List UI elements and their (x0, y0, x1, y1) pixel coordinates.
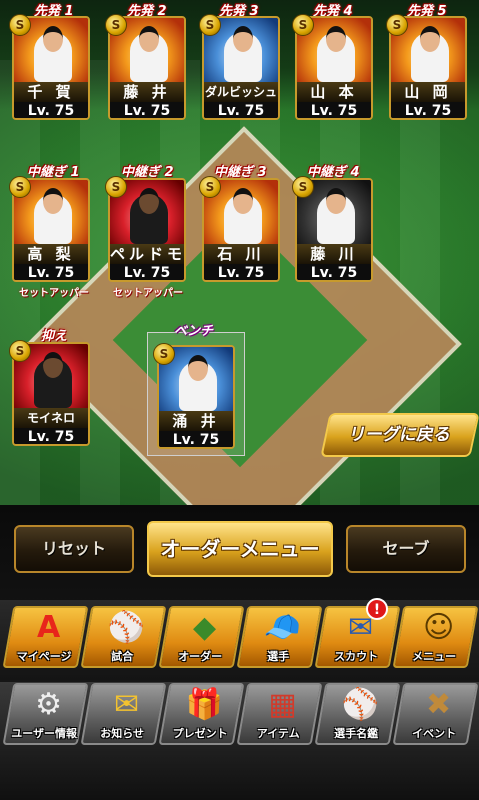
reset-button[interactable]: リセット (14, 525, 134, 573)
player-name: 千 賀 (14, 82, 88, 102)
menu-label: オーダー (178, 650, 223, 663)
player-name: ダルビッシュ (204, 82, 278, 102)
menu-label: マイページ (16, 650, 72, 663)
s-rank-icon: S (292, 14, 314, 36)
player-portrait (179, 355, 217, 411)
menu-news[interactable]: ✉ お知らせ (80, 683, 167, 745)
sub-role-setup: セットアッパー (113, 288, 183, 299)
save-button[interactable]: セーブ (346, 525, 466, 573)
user-info-icon: ⚙ (35, 687, 63, 722)
diamond-field-icon: ◆ (193, 610, 217, 645)
player-level: Lv. 75 (297, 102, 371, 118)
player-name: 高 梨 (14, 244, 88, 264)
menu-label: 選手 (267, 650, 290, 663)
s-rank-icon: S (9, 176, 31, 198)
player-portrait (34, 26, 72, 82)
player-name: 山 本 (297, 82, 371, 102)
mascot-icon: ☺ (422, 610, 455, 645)
s-rank-icon: S (9, 340, 31, 362)
menu-menu[interactable]: ☺ メニュー (392, 606, 479, 668)
player-name: 藤 川 (297, 244, 371, 264)
s-rank-icon: S (199, 176, 221, 198)
player-portrait (224, 188, 262, 244)
player-level: Lv. 75 (204, 102, 278, 118)
player-level: Lv. 75 (391, 102, 465, 118)
menu-label: メニュー (412, 650, 457, 663)
menu-event[interactable]: ✖ イベント (392, 683, 479, 745)
menu-label: 選手名鑑 (334, 727, 379, 740)
menu-label: プレゼント (172, 727, 228, 740)
player-level: Lv. 75 (14, 428, 88, 444)
player-portrait (224, 26, 262, 82)
menu-game[interactable]: ⚾ 試合 (80, 606, 167, 668)
player-level: Lv. 75 (297, 264, 371, 280)
menu-order[interactable]: ◆ オーダー (158, 606, 245, 668)
order-menu-button[interactable]: オーダーメニュー (147, 521, 333, 577)
player-icon: 🧢 (263, 610, 302, 645)
menu-mypage[interactable]: A マイページ (2, 606, 89, 668)
player-name: 石 川 (204, 244, 278, 264)
player-level: Lv. 75 (159, 431, 233, 447)
menu-present[interactable]: 🎁 プレゼント (158, 683, 245, 745)
s-rank-icon: S (292, 176, 314, 198)
player-level: Lv. 75 (110, 264, 184, 280)
menu-label: お知らせ (100, 727, 145, 740)
s-rank-icon: S (199, 14, 221, 36)
menu-user-info[interactable]: ⚙ ユーザー情報 (2, 683, 89, 745)
s-rank-icon: S (153, 343, 175, 365)
player-level: Lv. 75 (14, 264, 88, 280)
menu-label: スカウト (334, 650, 379, 663)
player-portrait (411, 26, 449, 82)
player-name: 涌 井 (159, 411, 233, 431)
player-portrait (317, 188, 355, 244)
player-portrait (34, 188, 72, 244)
role-label-bench: ベンチ (174, 324, 214, 339)
player-portrait (34, 352, 72, 408)
player-portrait (130, 188, 168, 244)
player-name: 藤 井 (110, 82, 184, 102)
player-name: 山 岡 (391, 82, 465, 102)
baseball-icon: ⚾ (107, 610, 146, 645)
player-level: Lv. 75 (204, 264, 278, 280)
back-to-league-button[interactable]: リーグに戻る (320, 413, 479, 457)
menu-player-directory[interactable]: ⚾ 選手名鑑 (314, 683, 401, 745)
player-portrait (317, 26, 355, 82)
crossed-bats-icon: ✖ (426, 687, 452, 722)
menu-scout[interactable]: ✉ スカウト (314, 606, 401, 668)
s-rank-icon: S (386, 14, 408, 36)
s-rank-icon: S (105, 14, 127, 36)
s-rank-icon: S (9, 14, 31, 36)
item-icon: ▦ (268, 687, 297, 722)
mypage-icon: A (36, 610, 61, 645)
sub-role-setup: セットアッパー (19, 288, 89, 299)
s-rank-icon: S (105, 176, 127, 198)
menu-players[interactable]: 🧢 選手 (236, 606, 323, 668)
menu-label: 試合 (111, 650, 134, 663)
news-icon: ✉ (114, 687, 140, 722)
player-level: Lv. 75 (110, 102, 184, 118)
menu-label: ユーザー情報 (11, 727, 78, 740)
player-name: モイネロ (14, 408, 88, 428)
menu-items[interactable]: ▦ アイテム (236, 683, 323, 745)
player-level: Lv. 75 (14, 102, 88, 118)
scout-notification-badge: ! (366, 598, 388, 620)
player-directory-icon: ⚾ (341, 687, 380, 722)
player-portrait (130, 26, 168, 82)
menu-label: イベント (412, 727, 457, 740)
player-name: ペルドモ (110, 244, 184, 264)
gift-icon: 🎁 (185, 687, 224, 722)
menu-label: アイテム (256, 727, 300, 740)
